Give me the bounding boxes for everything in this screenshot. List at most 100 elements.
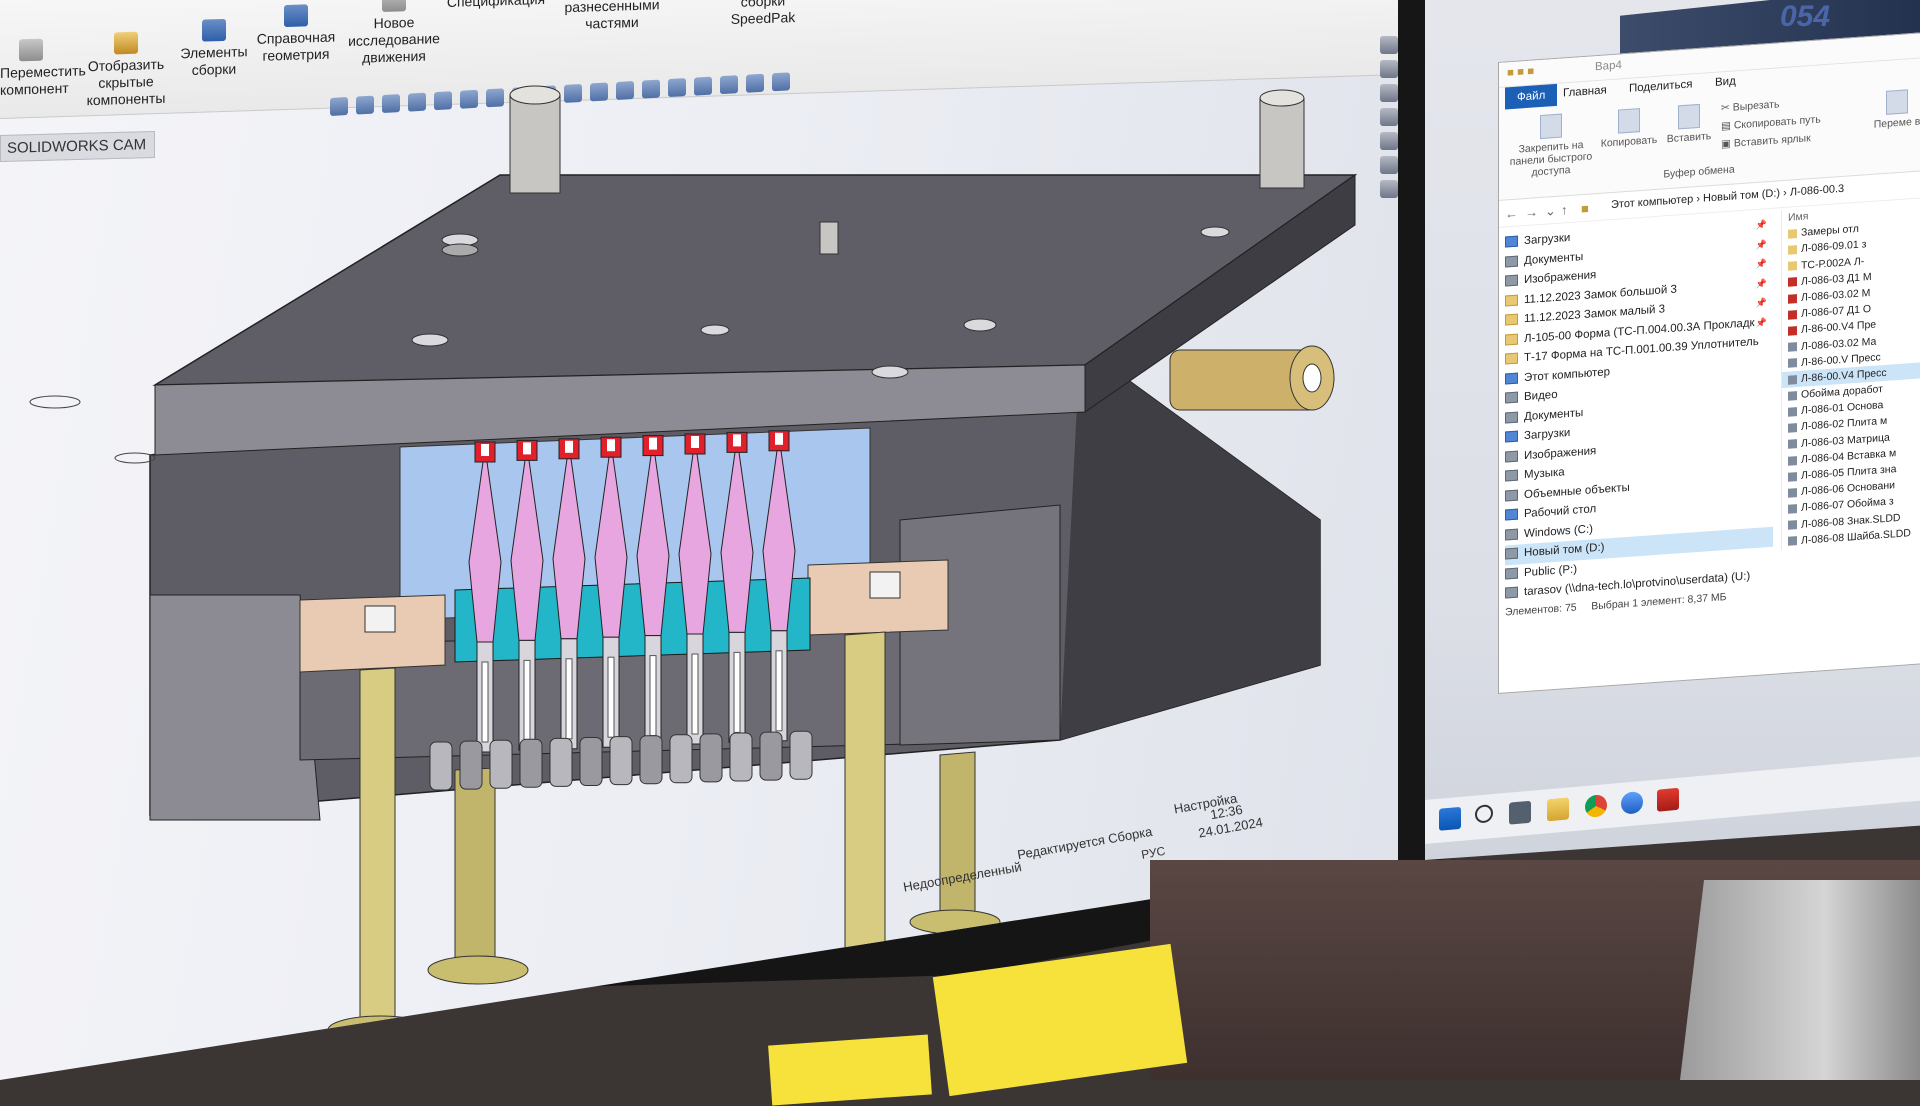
nav-item-label: Windows (C:) [1524, 522, 1594, 540]
move-to-button[interactable]: Переме в [1869, 88, 1920, 131]
guide-pin-top-left [509, 94, 561, 194]
doc-file-icon [1788, 487, 1797, 498]
ejector-rod-right [844, 631, 886, 956]
folder-file-icon [1788, 245, 1797, 255]
tab-share[interactable]: Поделиться [1629, 78, 1693, 94]
pin-icon: 📌 [1755, 277, 1767, 289]
doc-file-icon [1788, 407, 1797, 417]
file-explorer-window: ■ ■ ■ Вар4 Файл Главная Поделиться Вид З… [1498, 31, 1920, 694]
groove [429, 741, 453, 791]
pin-icon: 📌 [1755, 297, 1767, 308]
pc-icon [1505, 509, 1518, 521]
doc-file-icon [1788, 439, 1797, 450]
download-icon [1505, 236, 1518, 248]
nav-item-label: Новый том (D:) [1524, 541, 1605, 560]
file-explorer-icon[interactable] [1547, 797, 1569, 822]
paste-shortcut-label: Вставить ярлык [1733, 132, 1811, 150]
doc-file-icon [1788, 504, 1797, 514]
nav-item-label: Объемные объекты [1524, 481, 1630, 501]
back-arrow-icon[interactable]: ← [1505, 206, 1518, 222]
nav-item-label: Загрузки [1524, 426, 1571, 443]
search-icon[interactable] [1475, 804, 1493, 824]
scissors-icon: ✂ [1721, 101, 1733, 115]
doc-file-icon [1788, 423, 1797, 433]
tab-view[interactable]: Вид [1715, 75, 1736, 88]
browser-icon[interactable] [1621, 790, 1643, 815]
nav-item-label: Видео [1524, 388, 1558, 404]
doc-icon [1505, 411, 1518, 424]
tab-home[interactable]: Главная [1563, 84, 1607, 99]
guide-pin-cap [1259, 89, 1305, 107]
doc-file-icon [1788, 520, 1797, 531]
bushing-bore [364, 605, 396, 633]
folder-file-icon [1788, 261, 1797, 272]
monitor-stand [1680, 880, 1920, 1080]
pin-icon: 📌 [1755, 238, 1767, 250]
copy-button[interactable]: Копировать [1599, 107, 1659, 150]
sketch-ellipse [114, 452, 156, 464]
tab-file[interactable]: Файл [1505, 83, 1558, 110]
ejector-head-slot [775, 432, 783, 445]
file-name: ТС-Р.002А Л- [1801, 254, 1865, 272]
doc-file-icon [1788, 471, 1797, 482]
ejector-head-slot [565, 440, 573, 453]
cut-button[interactable]: ✂ Вырезать [1721, 94, 1841, 114]
plate-hole [700, 324, 730, 336]
quick-access-icons[interactable]: ■ ■ ■ [1507, 65, 1534, 79]
core-stem-bore [733, 651, 741, 733]
paste-button[interactable]: Вставить [1661, 103, 1717, 146]
core-stem-bore [523, 659, 531, 741]
breadcrumb-item[interactable]: Л-086-00.3 [1790, 183, 1844, 199]
forward-arrow-icon[interactable]: → [1525, 204, 1538, 220]
paste-shortcut-button[interactable]: ▣ Вставить ярлык [1721, 129, 1861, 151]
task-view-icon[interactable] [1509, 800, 1531, 825]
folder-icon [1505, 353, 1518, 365]
ejector-head-slot [691, 436, 699, 448]
nav-item-label: Public (P:) [1524, 562, 1578, 579]
bushing-bore [869, 571, 901, 599]
pin-icon [1540, 113, 1562, 140]
breadcrumb-item[interactable]: Этот компьютер [1611, 193, 1693, 211]
ejector-head-slot [607, 439, 615, 452]
sketch-ellipse [29, 395, 81, 409]
up-arrow-icon[interactable]: ↑ [1561, 202, 1568, 217]
plate-hole [411, 333, 449, 347]
groove [609, 736, 633, 786]
plate-hole [1200, 226, 1230, 238]
nav-item-label: Изображения [1524, 444, 1597, 462]
plate-hole [963, 318, 997, 332]
doc-icon [1505, 392, 1518, 404]
copy-path-icon: ▤ [1721, 119, 1734, 133]
part-file-icon [1788, 342, 1797, 352]
start-windows-icon[interactable] [1439, 806, 1461, 831]
lower-block-left-face [149, 594, 321, 821]
groove [579, 737, 603, 786]
pin-quick-access-button[interactable]: Закрепить на панели быстрого доступа [1503, 111, 1599, 181]
core-stem-bore [691, 653, 699, 735]
copy-icon [1618, 108, 1640, 134]
ejector-rod-left [359, 667, 396, 1026]
plate-hole [871, 365, 909, 379]
guide-pin-top-right [1259, 97, 1305, 189]
folder-icon [1505, 294, 1518, 307]
asm-file-icon [1788, 326, 1797, 336]
core-stem-bore [649, 655, 657, 737]
ejector-head-slot [649, 437, 657, 450]
asm-file-icon [1788, 277, 1797, 288]
breadcrumb-item[interactable]: Новый том (D:) [1703, 187, 1780, 204]
side-fitting-bore [1302, 363, 1322, 393]
chrome-icon[interactable] [1585, 794, 1607, 819]
nav-item-label: Рабочий стол [1524, 503, 1597, 521]
doc-icon [1505, 450, 1518, 463]
groove [699, 733, 723, 783]
part-file-icon [1788, 358, 1797, 369]
doc-icon [1505, 489, 1518, 502]
file-list: Имя Замеры отл Л-086-09.01 з ТС-Р.002А Л- Л… [1781, 199, 1920, 551]
paste-shortcut-icon: ▣ [1721, 137, 1734, 151]
solidworks-taskbar-icon[interactable] [1657, 787, 1679, 812]
groove [519, 738, 543, 788]
drive-icon [1505, 567, 1518, 580]
groove [459, 740, 483, 790]
insert-band [454, 577, 811, 663]
recent-chevron-icon[interactable]: ⌄ [1545, 203, 1556, 220]
